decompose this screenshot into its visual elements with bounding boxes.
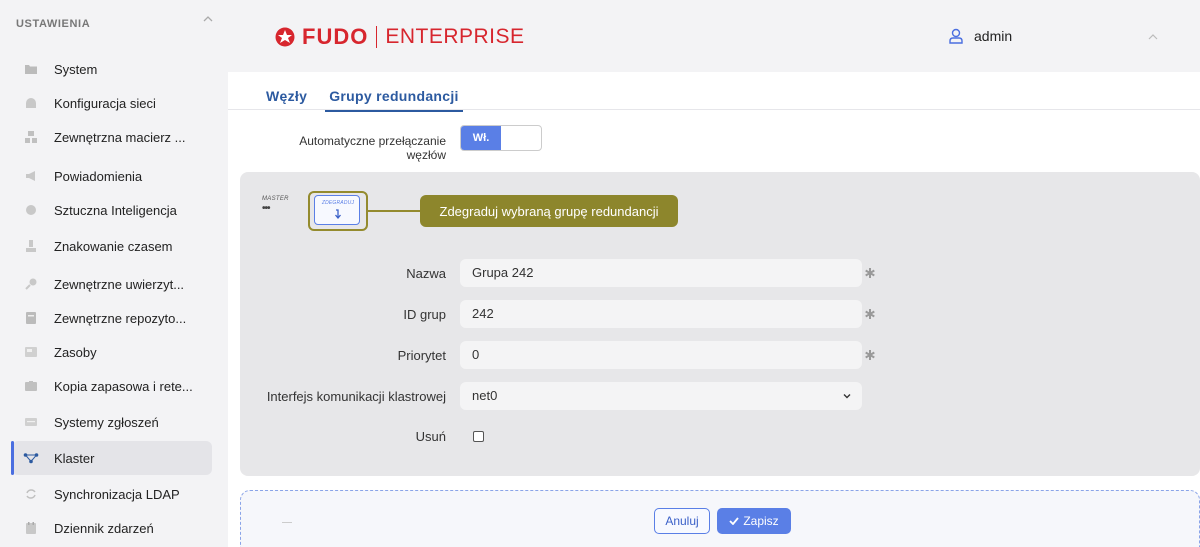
resources-icon — [22, 343, 40, 361]
sidebar-item-label: Systemy zgłoszeń — [54, 414, 159, 430]
chevron-down-icon — [843, 394, 851, 399]
arrow-down-icon — [335, 209, 341, 219]
fudo-logo[interactable]: FUDO ENTERPRISE — [274, 24, 525, 50]
megaphone-icon — [22, 167, 40, 185]
tab-redundancy-groups[interactable]: Grupy redundancji — [325, 84, 463, 112]
sidebar-item-timestamping[interactable]: Znakowanie czasem — [12, 229, 212, 263]
cluster-icon — [22, 449, 40, 467]
sidebar-item-resources[interactable]: Zasoby — [12, 335, 212, 369]
folder-icon — [22, 60, 40, 78]
sidebar-item-label: Zewnętrzne repozyto... — [54, 310, 187, 326]
degrade-button-label: ZDEGRADUJ — [321, 200, 355, 206]
required-asterisk-icon — [865, 309, 875, 319]
sidebar-item-label: Zewnętrzna macierz ... — [54, 129, 186, 145]
priority-input[interactable]: 0 — [460, 341, 862, 369]
sidebar-item-notifications[interactable]: Powiadomienia — [12, 159, 212, 193]
sidebar-item-backup[interactable]: Kopia zapasowa i rete... — [12, 369, 212, 403]
auto-switch-label-line1: Automatyczne przełączanie — [299, 134, 446, 148]
group-id-input[interactable]: 242 — [460, 300, 862, 328]
username: admin — [974, 28, 1013, 44]
logo-edition: ENTERPRISE — [385, 25, 525, 48]
delete-label: Usuń — [415, 429, 446, 444]
network-icon — [22, 94, 40, 112]
chevron-up-icon[interactable] — [200, 11, 216, 27]
required-asterisk-icon — [865, 350, 875, 360]
calendar-icon — [22, 519, 40, 537]
tab-nodes[interactable]: Węzły — [266, 84, 307, 112]
sidebar-item-external-repos[interactable]: Zewnętrzne repozyto... — [12, 301, 212, 335]
sidebar-item-label: System — [54, 61, 98, 77]
repository-icon — [22, 309, 40, 327]
key-icon — [22, 275, 40, 293]
sidebar: USTAWIENIA System Konfiguracja sieci Zew… — [0, 0, 228, 547]
save-button-label: Zapisz — [743, 514, 779, 528]
logo-divider — [376, 26, 378, 48]
backup-icon — [22, 377, 40, 395]
tabs-divider — [228, 109, 1200, 110]
name-label: Nazwa — [406, 266, 446, 281]
sidebar-item-label: Kopia zapasowa i rete... — [54, 378, 193, 394]
role-status-dots: ••• — [262, 203, 270, 214]
auto-switch-toggle[interactable]: Wł. — [460, 125, 542, 151]
user-menu[interactable]: admin — [948, 28, 1012, 44]
save-button[interactable]: Zapisz — [717, 508, 791, 534]
degrade-button[interactable]: ZDEGRADUJ — [314, 195, 360, 225]
storage-icon — [22, 128, 40, 146]
delete-checkbox[interactable] — [473, 431, 484, 442]
ticket-icon — [22, 413, 40, 431]
required-asterisk-icon — [865, 268, 875, 278]
callout-connector — [368, 210, 420, 212]
chevron-up-icon[interactable] — [1146, 30, 1160, 44]
sidebar-item-label: Zewnętrzne uwierzyt... — [54, 276, 185, 292]
sidebar-item-label: Zasoby — [54, 344, 97, 360]
user-icon — [949, 28, 963, 44]
group-id-label: ID grup — [403, 307, 446, 322]
sidebar-item-ldap-sync[interactable]: Synchronizacja LDAP — [12, 477, 212, 511]
interface-label: Interfejs komunikacji klastrowej — [266, 389, 446, 404]
interface-select[interactable]: net0 — [460, 382, 862, 410]
sidebar-item-external-auth[interactable]: Zewnętrzne uwierzyt... — [12, 267, 212, 301]
sidebar-header-label: USTAWIENIA — [16, 18, 91, 30]
content-panel: Węzły Grupy redundancji Automatyczne prz… — [228, 72, 1200, 547]
role-label: MASTER — [262, 196, 289, 202]
sidebar-item-system[interactable]: System — [12, 52, 212, 86]
sidebar-item-event-log[interactable]: Dziennik zdarzeń — [12, 511, 212, 545]
fudo-logo-icon — [275, 27, 295, 47]
sidebar-item-external-storage[interactable]: Zewnętrzna macierz ... — [12, 120, 212, 154]
sidebar-item-label: Powiadomienia — [54, 168, 143, 184]
cancel-button[interactable]: Anuluj — [654, 508, 710, 534]
checkmark-icon — [729, 517, 740, 525]
auto-switch-label: Automatyczne przełączanie węzłów — [258, 134, 446, 162]
ai-icon — [22, 201, 40, 219]
top-bar: FUDO ENTERPRISE admin — [228, 0, 1200, 72]
active-indicator — [11, 441, 14, 475]
placeholder-dash — [282, 522, 292, 523]
auto-switch-label-line2: węzłów — [406, 148, 446, 162]
sidebar-item-cluster[interactable]: Klaster — [12, 441, 212, 475]
logo-brand: FUDO — [302, 24, 369, 49]
sidebar-item-label: Znakowanie czasem — [54, 238, 173, 254]
sync-icon — [22, 485, 40, 503]
sidebar-item-label: Konfiguracja sieci — [54, 95, 156, 111]
sidebar-item-network[interactable]: Konfiguracja sieci — [12, 86, 212, 120]
sidebar-item-ticket-systems[interactable]: Systemy zgłoszeń — [12, 405, 212, 439]
sidebar-item-label: Sztuczna Inteligencja — [54, 202, 177, 218]
toggle-on-label: Wł. — [461, 126, 501, 150]
priority-label: Priorytet — [397, 348, 446, 363]
sidebar-item-label: Dziennik zdarzeń — [54, 520, 154, 536]
tabs: Węzły Grupy redundancji — [266, 84, 485, 112]
sidebar-header[interactable]: USTAWIENIA — [16, 14, 216, 32]
interface-select-value: net0 — [472, 388, 498, 403]
sidebar-item-label: Klaster — [54, 450, 95, 466]
sidebar-item-ai[interactable]: Sztuczna Inteligencja — [12, 193, 212, 227]
sidebar-item-label: Synchronizacja LDAP — [54, 486, 180, 502]
main-area: FUDO ENTERPRISE admin Węzły Grupy redund… — [228, 0, 1200, 547]
name-input[interactable]: Grupa 242 — [460, 259, 862, 287]
degrade-callout: Zdegraduj wybraną grupę redundancji — [420, 195, 678, 227]
stamp-icon — [22, 237, 40, 255]
